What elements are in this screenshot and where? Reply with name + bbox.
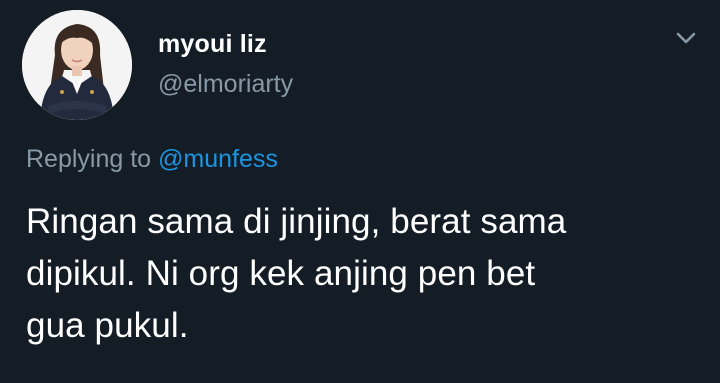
replying-to-line: Replying to @munfess — [26, 145, 278, 174]
tweet-text-line: gua pukul. — [26, 306, 189, 345]
display-name[interactable]: myoui liz — [158, 30, 267, 59]
reply-mention-link[interactable]: @munfess — [158, 145, 278, 173]
tweet-text-line: Ringan sama di jinjing, berat sama — [26, 202, 567, 241]
avatar-image — [22, 10, 132, 120]
tweet-text: Ringan sama di jinjing, berat sama dipik… — [26, 196, 706, 352]
tweet-card: myoui liz @elmoriarty Replying to @munfe… — [0, 0, 720, 383]
user-avatar[interactable] — [22, 10, 132, 120]
replying-to-label: Replying to — [26, 145, 152, 173]
chevron-down-icon[interactable] — [672, 24, 700, 52]
user-handle[interactable]: @elmoriarty — [158, 70, 293, 99]
tweet-text-line: dipikul. Ni org kek anjing pen bet — [26, 254, 536, 293]
